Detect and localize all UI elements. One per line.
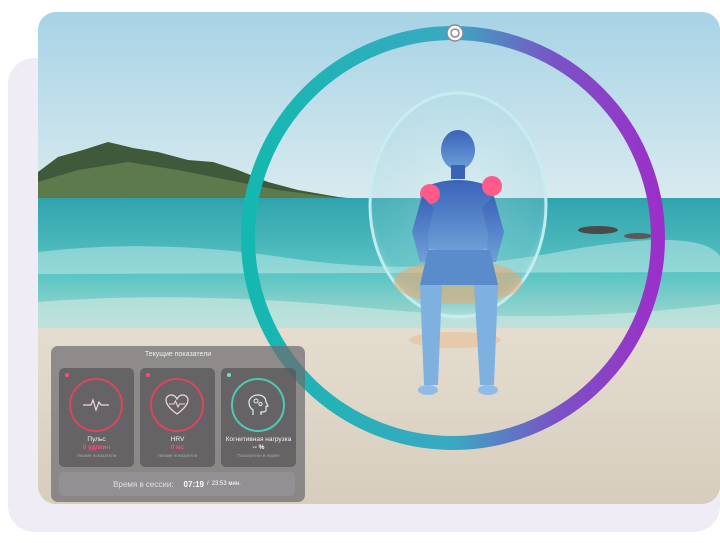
session-time-separator: / <box>207 481 209 487</box>
session-time-label: Время в сессии: <box>113 479 174 489</box>
status-dot <box>227 373 231 377</box>
pulse-status: Низкие показатели <box>76 453 117 458</box>
heartbeat-line-icon <box>83 398 109 412</box>
hrv-gauge <box>150 378 204 432</box>
pulse-gauge <box>69 378 123 432</box>
cognitive-label: Когнитивная нагрузка <box>225 436 292 443</box>
cognitive-value: -- % <box>252 444 265 451</box>
pulse-value: 0 уд/мин <box>82 444 111 451</box>
panel-title: Текущие показатели <box>144 351 212 358</box>
session-time-total: 23:53 мин. <box>211 481 241 487</box>
brain-head-icon <box>248 394 269 415</box>
cognitive-load-card[interactable]: Когнитивная нагрузка -- % Показатели в н… <box>221 368 296 467</box>
session-time-current: 07:19 <box>183 479 205 489</box>
heart-pulse-icon <box>165 394 189 415</box>
hrv-label: HRV <box>170 436 185 443</box>
session-time-bar: Время в сессии: 07:19 / 23:53 мин. <box>59 472 295 496</box>
status-dot <box>146 373 150 377</box>
pulse-label: Пульс <box>87 436 106 443</box>
status-dot <box>65 373 69 377</box>
current-metrics-panel: Текущие показатели Пульс 0 уд/мин Низкие… <box>51 346 305 502</box>
hrv-status: Низкие показатели <box>157 453 198 458</box>
hrv-card[interactable]: HRV 0 мс Низкие показатели <box>140 368 215 467</box>
hrv-value: 0 мс <box>170 444 185 451</box>
cognitive-gauge <box>231 378 285 432</box>
pulse-card[interactable]: Пульс 0 уд/мин Низкие показатели <box>59 368 134 467</box>
cognitive-status: Показатели в норме <box>237 453 280 458</box>
